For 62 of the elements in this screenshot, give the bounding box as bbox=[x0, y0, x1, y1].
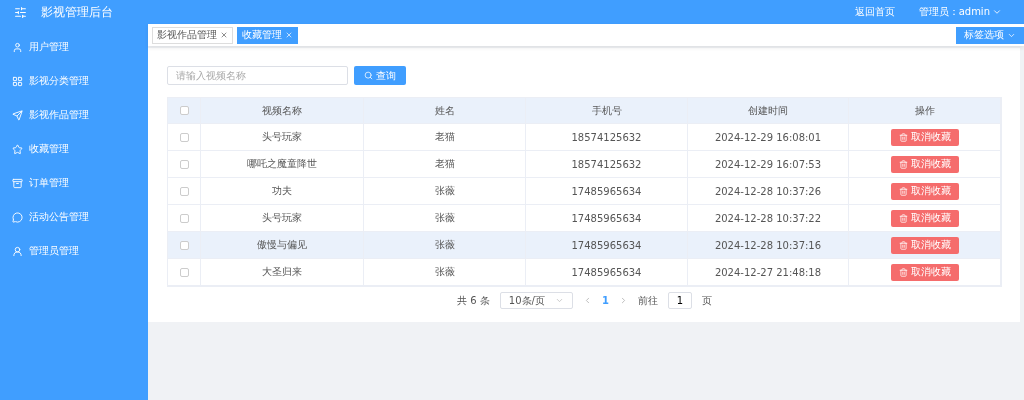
close-icon[interactable] bbox=[220, 31, 228, 39]
user-menu[interactable]: 管理员：admin bbox=[918, 5, 990, 19]
table-row[interactable]: 功夫 张薇 17485965634 2024-12-28 10:37:26 取消收藏 bbox=[168, 178, 1001, 205]
unfavorite-button[interactable]: 取消收藏 bbox=[890, 236, 959, 254]
trash-icon bbox=[898, 213, 908, 223]
checkbox[interactable] bbox=[179, 106, 189, 115]
table-cell: 张薇 bbox=[364, 259, 526, 286]
page-size-select[interactable]: 10条/页 bbox=[499, 292, 573, 309]
total-count: 共 6 条 bbox=[457, 293, 490, 308]
unfavorite-button[interactable]: 取消收藏 bbox=[890, 155, 959, 173]
unfavorite-button[interactable]: 取消收藏 bbox=[890, 182, 959, 200]
goto-field[interactable]: 1 bbox=[667, 292, 692, 309]
sidebar-item[interactable]: 订单管理 bbox=[0, 166, 148, 200]
chat-icon bbox=[12, 211, 23, 223]
table-row[interactable]: 头号玩家 老猫 18574125632 2024-12-29 16:08:01 取消收藏 bbox=[168, 124, 1001, 151]
goto-label: 前往 bbox=[637, 293, 658, 308]
search-icon bbox=[364, 71, 373, 80]
table-cell: 大圣归来 bbox=[201, 259, 364, 286]
table-row[interactable]: 大圣归来 张薇 17485965634 2024-12-27 21:48:18 取消收藏 bbox=[168, 259, 1001, 286]
trash-icon bbox=[898, 240, 908, 250]
table-row[interactable]: 头号玩家 张薇 17485965634 2024-12-28 10:37:22 取消收藏 bbox=[168, 205, 1001, 232]
unfavorite-button[interactable]: 取消收藏 bbox=[890, 263, 959, 281]
checkbox[interactable] bbox=[179, 240, 189, 250]
checkbox[interactable] bbox=[179, 186, 189, 196]
page-number[interactable]: 1 bbox=[601, 295, 609, 306]
table-cell: 17485965634 bbox=[526, 259, 688, 286]
table-row[interactable]: 傲慢与偏见 张薇 17485965634 2024-12-28 10:37:16 取消收藏 bbox=[168, 232, 1001, 259]
star-icon bbox=[12, 143, 23, 155]
checkbox[interactable] bbox=[179, 159, 189, 169]
trash-icon bbox=[898, 159, 908, 169]
table-row[interactable]: 哪吒之魔童降世 老猫 18574125632 2024-12-29 16:07:53 取消收藏 bbox=[168, 151, 1001, 178]
chevron-down-icon bbox=[554, 296, 564, 305]
page-suffix: 页 bbox=[701, 293, 712, 308]
box-icon bbox=[12, 177, 23, 189]
caret-icon[interactable] bbox=[992, 7, 1002, 17]
sidebar-item[interactable]: 活动公告管理 bbox=[0, 200, 148, 234]
unfavorite-button[interactable]: 取消收藏 bbox=[890, 209, 959, 227]
checkbox[interactable] bbox=[179, 267, 189, 277]
tab[interactable]: 收藏管理 bbox=[237, 26, 298, 44]
menu-icon[interactable] bbox=[14, 5, 27, 19]
search-field[interactable]: 请输入视频名称 bbox=[167, 66, 348, 85]
app-title: 影视管理后台 bbox=[41, 3, 113, 21]
trash-icon bbox=[898, 186, 908, 196]
person-icon bbox=[12, 245, 23, 257]
tab-options-button[interactable]: 标签选项 bbox=[956, 26, 1024, 44]
home-link[interactable]: 返回首页 bbox=[854, 5, 895, 19]
user-icon bbox=[12, 41, 23, 53]
search-button[interactable]: 查询 bbox=[354, 66, 406, 85]
sidebar-item[interactable]: 影视分类管理 bbox=[0, 64, 148, 98]
checkbox[interactable] bbox=[179, 132, 189, 142]
sidebar-item[interactable]: 管理员管理 bbox=[0, 234, 148, 268]
unfavorite-button[interactable]: 取消收藏 bbox=[890, 128, 959, 146]
grid-icon bbox=[12, 75, 23, 87]
sidebar-item[interactable]: 收藏管理 bbox=[0, 132, 148, 166]
paper-plane-icon bbox=[12, 109, 23, 121]
sidebar-item[interactable]: 影视作品管理 bbox=[0, 98, 148, 132]
tab[interactable]: 影视作品管理 bbox=[152, 26, 233, 44]
checkbox[interactable] bbox=[179, 213, 189, 223]
trash-icon bbox=[898, 132, 908, 142]
table-cell: 2024-12-27 21:48:18 bbox=[688, 259, 849, 286]
trash-icon bbox=[898, 267, 908, 277]
sidebar-item[interactable]: 用户管理 bbox=[0, 30, 148, 64]
